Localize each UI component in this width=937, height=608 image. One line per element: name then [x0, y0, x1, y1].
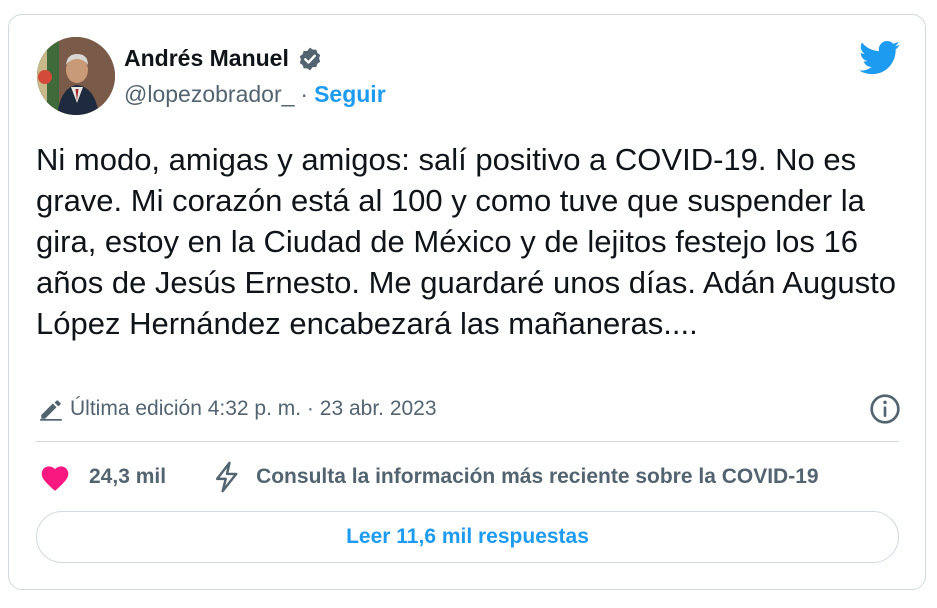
lightning-bolt-icon [215, 461, 238, 493]
edited-timestamp[interactable]: Última edición 4:32 p. m. · 23 abr. 2023 [70, 397, 437, 421]
info-icon[interactable] [869, 393, 901, 425]
twitter-bird-icon[interactable] [859, 41, 901, 75]
author-handle[interactable]: @lopezobrador_ [124, 81, 294, 107]
avatar[interactable] [37, 37, 115, 115]
author-display-name[interactable]: Andrés Manuel [124, 45, 289, 72]
tweet-card: Andrés Manuel @lopezobrador_ · Seguir Ni m… [8, 14, 926, 590]
like-count[interactable]: 24,3 mil [89, 465, 166, 489]
actions-row: 24,3 mil Consulta la información más rec… [39, 461, 882, 493]
edit-info-row[interactable]: Última edición 4:32 p. m. · 23 abr. 2023 [38, 396, 437, 422]
handle-separator: · [300, 81, 309, 107]
author-handle-row: @lopezobrador_ · Seguir [124, 81, 386, 108]
covid-info-link[interactable]: Consulta la información más reciente sob… [256, 465, 882, 489]
follow-button[interactable]: Seguir [314, 81, 386, 107]
author-name-row: Andrés Manuel [124, 45, 323, 72]
divider [36, 441, 899, 442]
tweet-text: Ni modo, amigas y amigos: salí positivo … [36, 142, 896, 341]
verified-badge-icon [299, 47, 321, 70]
heart-icon[interactable] [39, 462, 71, 492]
pencil-edit-icon [40, 400, 62, 421]
read-replies-button[interactable]: Leer 11,6 mil respuestas [36, 511, 899, 563]
